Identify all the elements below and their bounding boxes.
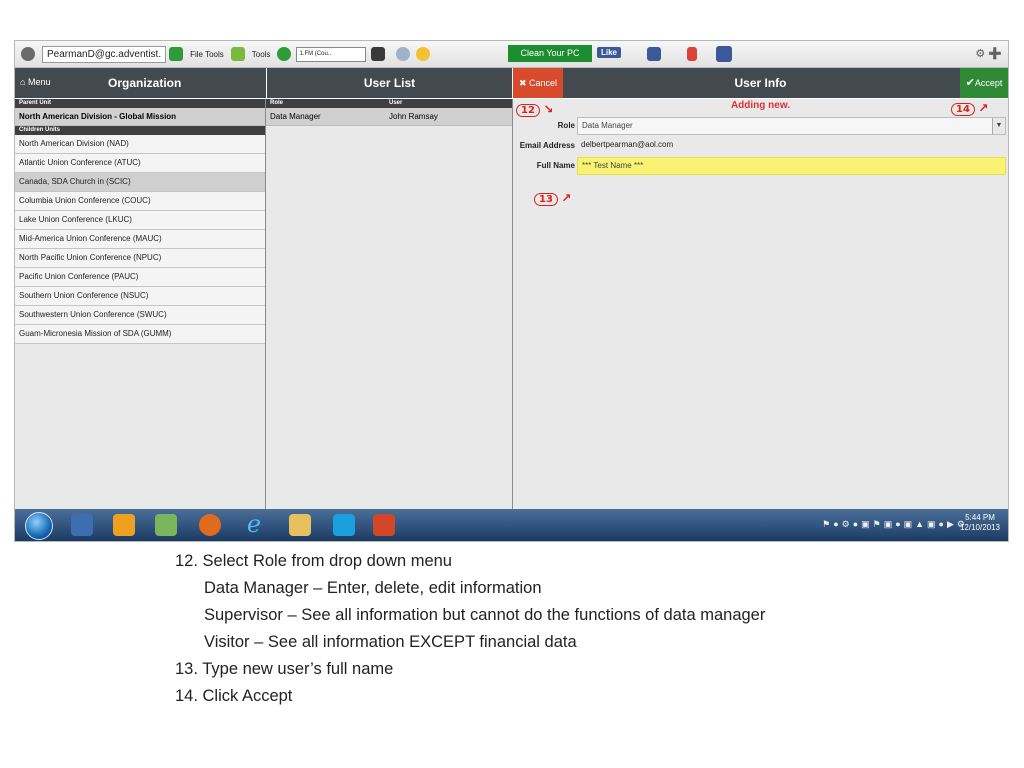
org-list-item[interactable]: Southern Union Conference (NSUC) bbox=[15, 287, 265, 306]
organization-header: ⌂ Menu Organization bbox=[15, 68, 266, 98]
system-clock[interactable]: 5:44 PM 12/10/2013 bbox=[960, 513, 1000, 533]
annotation-14: 14 ↗ bbox=[951, 101, 989, 116]
menu-button[interactable]: ⌂ Menu bbox=[20, 77, 50, 87]
user-column-header: User bbox=[389, 100, 403, 106]
role-dropdown[interactable]: Data Manager ▼ bbox=[577, 117, 1006, 135]
settings-gear-icon[interactable] bbox=[21, 47, 35, 61]
email-row: Email Address delbertpearman@aol.com bbox=[513, 137, 1008, 157]
org-list-item[interactable]: Mid-America Union Conference (MAUC) bbox=[15, 230, 265, 249]
annotation-13-label: 13 bbox=[534, 193, 558, 206]
user-info-header: ✖ Cancel User Info ✔Accept bbox=[513, 68, 1008, 98]
arrow-icon: ↘ bbox=[543, 102, 554, 116]
play-icon[interactable] bbox=[277, 47, 292, 61]
clean-pc-button[interactable]: Clean Your PC bbox=[508, 45, 592, 62]
org-list-item[interactable]: North American Division (NAD) bbox=[15, 135, 265, 154]
system-tray-icons[interactable]: ⚑●⚙●▣⚑▣●▣▲▣●▶⚙ bbox=[822, 519, 968, 530]
org-list-item[interactable]: Atlantic Union Conference (ATUC) bbox=[15, 154, 265, 173]
annotation-12-label: 12 bbox=[516, 104, 540, 117]
file-explorer-icon[interactable] bbox=[289, 514, 311, 536]
go-arrow-icon[interactable] bbox=[169, 47, 184, 61]
media-station-field[interactable]: 1.FM (Cou.. bbox=[296, 46, 367, 62]
checkmark-icon: ✔ bbox=[965, 77, 975, 89]
row-user: John Ramsay bbox=[389, 112, 438, 121]
wrench-plus-icon[interactable]: ⚙ ➕ bbox=[975, 47, 1002, 60]
user-list-header: User List bbox=[267, 68, 512, 98]
tools-menu[interactable]: Tools bbox=[252, 50, 271, 59]
annotation-13: 13 ↗ bbox=[534, 191, 572, 206]
sun-icon bbox=[416, 47, 431, 61]
fullname-field[interactable]: *** Test Name *** bbox=[577, 157, 1006, 175]
role-value: Data Manager bbox=[582, 121, 633, 130]
parent-unit-header: Parent Unit bbox=[15, 99, 265, 108]
email-value: delbertpearman@aol.com bbox=[581, 140, 674, 149]
arrow-icon: ↗ bbox=[561, 191, 572, 205]
facebook-icon[interactable] bbox=[647, 47, 661, 61]
fullname-row: Full Name *** Test Name *** bbox=[513, 157, 1008, 177]
browser-toolbar: PearmanD@gc.adventist. File Tools Tools … bbox=[15, 41, 1008, 68]
row-role: Data Manager bbox=[270, 112, 321, 121]
org-list-item[interactable]: Southwestern Union Conference (SWUC) bbox=[15, 306, 265, 325]
annotation-12: 12 ↘ bbox=[516, 102, 554, 117]
status-message: Adding new. bbox=[730, 100, 791, 111]
role-description-visitor: Visitor – See all information EXCEPT fin… bbox=[204, 633, 577, 651]
account-dropdown[interactable]: PearmanD@gc.adventist. bbox=[42, 45, 167, 63]
windows-taskbar: ℯ ⚑●⚙●▣⚑▣●▣▲▣●▶⚙ 5:44 PM 12/10/2013 bbox=[15, 509, 1008, 541]
org-list-item[interactable]: Lake Union Conference (LKUC) bbox=[15, 211, 265, 230]
role-row: Role Data Manager ▼ bbox=[513, 117, 1008, 137]
user-info-title: User Info bbox=[734, 76, 787, 90]
internet-explorer-icon[interactable]: ℯ bbox=[243, 513, 265, 537]
fullname-label: Full Name bbox=[536, 161, 575, 170]
notepad-icon[interactable] bbox=[155, 514, 177, 536]
file-tools-menu[interactable]: File Tools bbox=[190, 50, 224, 59]
close-icon: ✖ bbox=[518, 78, 527, 88]
start-button[interactable] bbox=[25, 512, 53, 540]
children-units-header: Children Units bbox=[15, 126, 265, 135]
user-info-panel: Adding new. Role Data Manager ▼ Email Ad… bbox=[513, 99, 1008, 541]
user-list-title: User List bbox=[363, 76, 416, 90]
facebook-notification-icon[interactable] bbox=[716, 46, 732, 62]
clock-date: 12/10/2013 bbox=[959, 523, 1000, 532]
table-row[interactable]: Data Manager John Ramsay bbox=[266, 108, 512, 126]
email-label: Email Address bbox=[519, 141, 575, 150]
gift-icon[interactable] bbox=[687, 47, 697, 61]
facebook-like-label: Like bbox=[601, 48, 618, 57]
role-description-supervisor: Supervisor – See all information but can… bbox=[204, 606, 766, 624]
role-column-header: Role bbox=[270, 100, 284, 106]
organization-panel: Parent Unit North American Division - Gl… bbox=[15, 99, 266, 541]
annotation-14-label: 14 bbox=[951, 103, 975, 116]
instruction-step-13: 13. Type new user’s full name bbox=[175, 660, 394, 678]
volume-icon[interactable] bbox=[371, 47, 386, 61]
screenshot-frame: PearmanD@gc.adventist. File Tools Tools … bbox=[14, 40, 1009, 542]
accept-button[interactable]: ✔Accept bbox=[960, 68, 1008, 98]
org-list-item-selected[interactable]: Canada, SDA Church in (SCIC) bbox=[15, 173, 265, 192]
org-list-item[interactable]: Columbia Union Conference (COUC) bbox=[15, 192, 265, 211]
chevron-down-icon[interactable]: ▼ bbox=[992, 118, 1005, 134]
instruction-step-12: 12. Select Role from drop down menu bbox=[175, 552, 452, 570]
instruction-step-14: 14. Click Accept bbox=[175, 687, 293, 705]
skype-icon[interactable] bbox=[333, 514, 355, 536]
arrow-icon: ↗ bbox=[978, 101, 989, 115]
org-list-item[interactable]: Guam-Micronesia Mission of SDA (GUMM) bbox=[15, 325, 265, 344]
parent-unit-item[interactable]: North American Division - Global Mission bbox=[15, 108, 265, 126]
org-list-item[interactable]: Pacific Union Conference (PAUC) bbox=[15, 268, 265, 287]
media-player-icon[interactable] bbox=[71, 514, 93, 536]
user-list-column-headers: Role User bbox=[266, 99, 512, 108]
role-label: Role bbox=[557, 121, 575, 130]
outlook-icon[interactable] bbox=[113, 514, 135, 536]
tools-puzzle-icon bbox=[230, 47, 245, 61]
role-description-data-manager: Data Manager – Enter, delete, edit infor… bbox=[204, 579, 542, 597]
organization-title: Organization bbox=[108, 76, 182, 90]
weather-icon bbox=[396, 47, 411, 61]
user-list-panel: Role User Data Manager John Ramsay bbox=[266, 99, 513, 541]
clock-time: 5:44 PM bbox=[965, 513, 995, 522]
firefox-icon[interactable] bbox=[199, 514, 221, 536]
home-icon: ⌂ bbox=[20, 77, 26, 87]
cancel-button[interactable]: ✖ Cancel bbox=[513, 68, 563, 98]
instructions: 12. Select Role from drop down menu Data… bbox=[175, 548, 765, 710]
facebook-like-button[interactable]: Like bbox=[597, 47, 622, 58]
org-list-item[interactable]: North Pacific Union Conference (NPUC) bbox=[15, 249, 265, 268]
powerpoint-icon[interactable] bbox=[373, 514, 395, 536]
